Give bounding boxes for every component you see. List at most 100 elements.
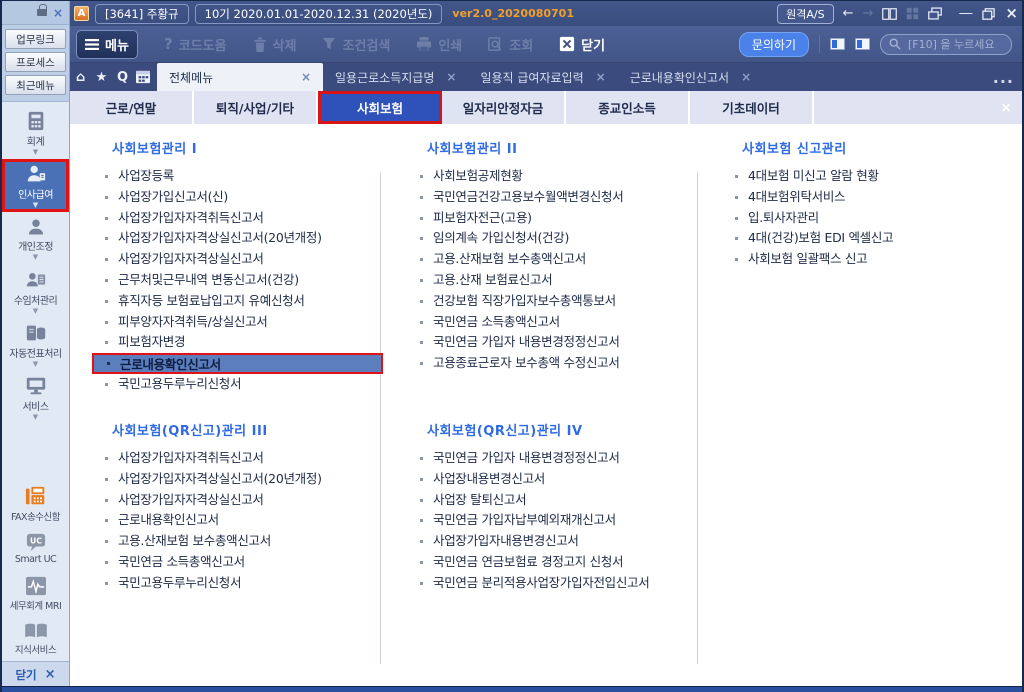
- sidebar-item-label: 지식서비스: [14, 644, 57, 656]
- grid-layout-icon[interactable]: [906, 7, 919, 20]
- home-icon[interactable]: ⌂: [72, 69, 89, 86]
- view-button[interactable]: 조회: [488, 35, 533, 54]
- sidebar-item-fax[interactable]: FAX송수신함: [2, 481, 69, 526]
- forward-arrow-icon[interactable]: →: [863, 7, 874, 20]
- search-input[interactable]: [906, 36, 1003, 52]
- sidebar-item-knowledge[interactable]: 지식서비스: [2, 616, 69, 661]
- category-tab[interactable]: 퇴직/사업/기타: [194, 91, 318, 124]
- sidebar-item-smart-uc[interactable]: UC Smart UC: [2, 526, 69, 571]
- menu-item[interactable]: 사업장가입자자격상실신고서(20년개정): [100, 228, 392, 249]
- close-tab-button[interactable]: 닫기: [559, 35, 605, 54]
- menu-item[interactable]: 사업장가입자자격취득신고서: [100, 208, 392, 229]
- category-tab[interactable]: 일자리안정자금: [442, 91, 566, 124]
- menu-item[interactable]: 사회보험공제현황: [415, 166, 707, 187]
- process-button[interactable]: 프로세스: [5, 52, 66, 72]
- document-tab[interactable]: 일용근로소득지급명 ×: [323, 63, 468, 91]
- quick-search-icon[interactable]: Q: [114, 69, 131, 86]
- menu-item[interactable]: 국민연금 분리적용사업장가입자전입신고서: [415, 573, 707, 594]
- menu-item[interactable]: 건강보험 직장가입자보수총액통보서: [415, 291, 707, 312]
- sidebar-item-personal[interactable]: 개인조정 ▼: [2, 212, 69, 265]
- menu-item[interactable]: 사업장 탈퇴신고서: [415, 490, 707, 511]
- close-window-icon[interactable]: ×: [1005, 6, 1018, 21]
- menu-item[interactable]: 사업장가입자자격취득신고서: [100, 448, 392, 469]
- menu-item[interactable]: 사업장등록: [100, 166, 392, 187]
- book-open-icon[interactable]: [882, 7, 898, 20]
- menu-item[interactable]: 고용종료근로자 보수총액 수정신고서: [415, 353, 707, 374]
- menu-item[interactable]: 사업장가입자자격상실신고서(20년개정): [100, 469, 392, 490]
- remote-as-button[interactable]: 원격A/S: [777, 3, 834, 24]
- menu-item[interactable]: 임의계속 가입신청서(건강): [415, 228, 707, 249]
- document-tab[interactable]: 근로내용확인신고서 ×: [618, 63, 763, 91]
- work-link-button[interactable]: 업무링크: [5, 29, 66, 49]
- code-help-button[interactable]: ? 코드도움: [164, 35, 227, 54]
- category-tab[interactable]: 근로/연말: [70, 91, 194, 124]
- close-tab-icon[interactable]: ×: [741, 70, 751, 84]
- sidebar-item-service[interactable]: 서비스 ▼: [2, 371, 69, 424]
- menu-button[interactable]: 메뉴: [76, 29, 138, 59]
- sidebar-item-payroll[interactable]: 인사급여 ▼: [2, 159, 69, 212]
- menu-item[interactable]: 국민연금 가입자납부예외재개신고서: [415, 510, 707, 531]
- sidebar-item-clients[interactable]: 수임처관리 ▼: [2, 265, 69, 318]
- layout-toggle-icon[interactable]: [830, 38, 845, 50]
- menu-item[interactable]: 근무처및근무내역 변동신고서(건강): [100, 270, 392, 291]
- menu-item[interactable]: 사업장가입자내용변경신고서: [415, 531, 707, 552]
- restore-icon[interactable]: [982, 7, 996, 20]
- menu-item[interactable]: 사업장가입신고서(신): [100, 187, 392, 208]
- minimize-icon[interactable]: ―: [959, 7, 972, 20]
- menu-item[interactable]: 고용.산재보험 보수총액신고서: [100, 531, 392, 552]
- menu-item[interactable]: 4대보험위탁서비스: [730, 187, 1022, 208]
- menu-item[interactable]: 사회보험 일괄팩스 신고: [730, 249, 1022, 270]
- print-button[interactable]: 인쇄: [416, 35, 462, 54]
- menu-item[interactable]: 국민고용두루누리신청서: [100, 573, 392, 594]
- close-tab-icon[interactable]: ×: [446, 70, 456, 84]
- star-icon[interactable]: ★: [93, 69, 110, 86]
- back-arrow-icon[interactable]: ←: [843, 7, 854, 20]
- category-tab[interactable]: 사회보험: [318, 91, 442, 124]
- menu-item[interactable]: 피보험자전근(고용): [415, 208, 707, 229]
- menu-item[interactable]: 4대보험 미신고 알람 현황: [730, 166, 1022, 187]
- tab-overflow-button[interactable]: ...: [981, 63, 1022, 91]
- menu-item-label: 사회보험 일괄팩스 신고: [748, 251, 868, 267]
- menu-item[interactable]: 피부양자자격취득/상실신고서: [100, 312, 392, 333]
- menu-item[interactable]: 근로내용확인신고서: [100, 510, 392, 531]
- close-panel-icon[interactable]: ×: [1000, 100, 1012, 116]
- delete-button[interactable]: 삭제: [253, 35, 296, 54]
- layout-toggle-icon[interactable]: [855, 38, 870, 50]
- menu-item[interactable]: 국민연금 연금보험료 경정고지 신청서: [415, 552, 707, 573]
- search-box[interactable]: [880, 33, 1012, 55]
- menu-item[interactable]: 국민연금건강고용보수월액변경신청서: [415, 187, 707, 208]
- close-tab-icon[interactable]: ×: [301, 70, 311, 84]
- menu-item[interactable]: 고용.산재보험 보수총액신고서: [415, 249, 707, 270]
- sidebar-close-icon[interactable]: ×: [53, 7, 63, 19]
- sidebar-item-tax-mri[interactable]: 세무회계 MRI: [2, 571, 69, 616]
- menu-item[interactable]: 사업장내용변경신고서: [415, 469, 707, 490]
- menu-item[interactable]: 사업장가입자자격상실신고서: [100, 490, 392, 511]
- menu-item[interactable]: 국민연금 가입자 내용변경정정신고서: [415, 332, 707, 353]
- menu-item[interactable]: 휴직자등 보험료납입고지 유예신청서: [100, 291, 392, 312]
- calendar-icon[interactable]: [135, 70, 151, 84]
- close-tab-icon[interactable]: ×: [596, 70, 606, 84]
- menu-item[interactable]: 근로내용확인신고서: [92, 353, 383, 374]
- sidebar-collapse-bar[interactable]: 닫기 ×: [2, 661, 69, 687]
- menu-item[interactable]: 4대(건강)보험 EDI 엑셀신고: [730, 228, 1022, 249]
- bullet-icon: [105, 519, 108, 523]
- recent-menu-button[interactable]: 최근메뉴: [5, 75, 66, 95]
- menu-item[interactable]: 국민연금 가입자 내용변경정정신고서: [415, 448, 707, 469]
- menu-item[interactable]: 사업장가입자자격상실신고서: [100, 249, 392, 270]
- menu-item[interactable]: 국민고용두루누리신청서: [100, 374, 392, 395]
- category-tab[interactable]: 기초데이터: [690, 91, 814, 124]
- bullet-icon: [420, 540, 423, 544]
- menu-item[interactable]: 피보험자변경: [100, 332, 392, 353]
- document-tab[interactable]: 전체메뉴 ×: [157, 63, 323, 91]
- inquiry-button[interactable]: 문의하기: [738, 31, 809, 57]
- sidebar-item-accounting[interactable]: 회계 ▼: [2, 106, 69, 159]
- menu-item[interactable]: 고용.산재 보험료신고서: [415, 270, 707, 291]
- sidebar-item-auto-voucher[interactable]: 자동전표처리 ▼: [2, 318, 69, 371]
- category-tab[interactable]: 종교인소득: [566, 91, 690, 124]
- cascade-windows-icon[interactable]: [928, 7, 943, 20]
- menu-item[interactable]: 국민연금 소득총액신고서: [415, 312, 707, 333]
- menu-item[interactable]: 국민연금 소득총액신고서: [100, 552, 392, 573]
- document-tab[interactable]: 일용직 급여자료입력 ×: [468, 63, 617, 91]
- condition-search-button[interactable]: 조건검색: [322, 35, 390, 54]
- menu-item[interactable]: 입.퇴사자관리: [730, 208, 1022, 229]
